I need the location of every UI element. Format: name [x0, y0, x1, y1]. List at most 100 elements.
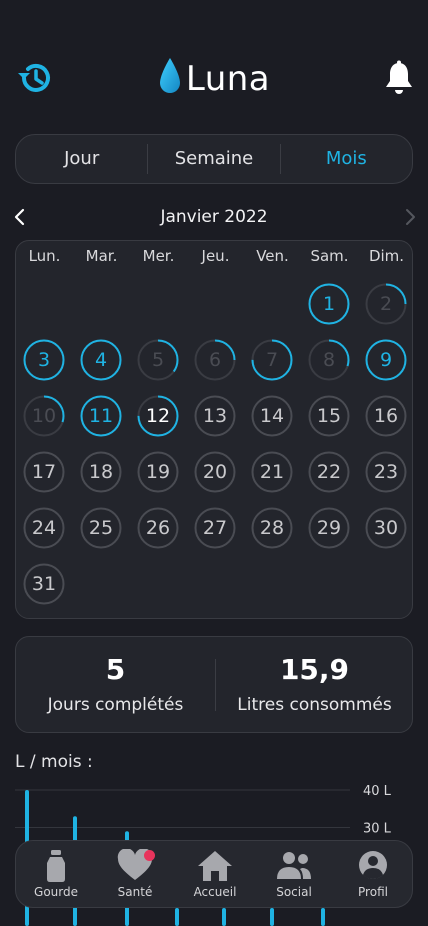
day-number: 4	[94, 349, 108, 371]
day-number: 5	[151, 349, 165, 371]
day-number: 31	[31, 573, 57, 595]
nav-profil-label: Profil	[358, 885, 388, 899]
tab-jour[interactable]: Jour	[16, 144, 147, 174]
calendar-day[interactable]: 12	[137, 395, 179, 437]
day-number: 17	[31, 461, 57, 483]
calendar-day[interactable]: 21	[251, 451, 293, 493]
chart-bar-partial	[321, 908, 325, 926]
y-tick-label: 40 L	[363, 784, 392, 799]
chart-bar-partial	[175, 908, 179, 926]
day-number: 16	[373, 405, 399, 427]
profile-icon	[359, 851, 387, 879]
calendar-day[interactable]: 1	[308, 283, 350, 325]
calendar-day[interactable]: 15	[308, 395, 350, 437]
tab-mois[interactable]: Mois	[279, 144, 412, 174]
calendar-day[interactable]: 22	[308, 451, 350, 493]
calendar-day[interactable]: 2	[365, 283, 407, 325]
calendar-day[interactable]: 19	[137, 451, 179, 493]
day-number: 30	[373, 517, 399, 539]
day-number: 20	[202, 461, 228, 483]
weekday-label: Mer.	[142, 247, 175, 265]
header: Luna	[0, 0, 428, 120]
nav-sante[interactable]: Santé	[95, 841, 175, 909]
y-tick-label: 30 L	[363, 822, 392, 837]
period-selector: Jour Semaine Mois	[15, 134, 413, 184]
month-label: Janvier 2022	[160, 207, 268, 227]
weekday-label: Ven.	[256, 247, 289, 265]
calendar-day[interactable]: 6	[194, 339, 236, 381]
notification-badge	[144, 850, 155, 861]
calendar-day[interactable]: 9	[365, 339, 407, 381]
day-number: 13	[202, 405, 228, 427]
nav-sante-label: Santé	[117, 885, 153, 899]
day-number: 8	[322, 349, 336, 371]
nav-social-label: Social	[276, 885, 312, 899]
calendar-day[interactable]: 3	[23, 339, 65, 381]
completed-days-label: Jours complétés	[47, 695, 184, 715]
calendar-day[interactable]: 13	[194, 395, 236, 437]
completed-days-stat: 5 Jours complétés	[16, 637, 215, 734]
day-number: 26	[145, 517, 171, 539]
weekday-label: Lun.	[28, 247, 61, 265]
calendar-day[interactable]: 20	[194, 451, 236, 493]
calendar-day[interactable]: 14	[251, 395, 293, 437]
home-icon	[198, 851, 232, 881]
calendar-day[interactable]: 28	[251, 507, 293, 549]
day-number: 19	[145, 461, 171, 483]
calendar-day[interactable]: 31	[23, 563, 65, 605]
chart-bar-partial	[270, 908, 274, 926]
calendar-card: Lun. Mar. Mer. Jeu. Ven. Sam. Dim. 1 2 3 4 5 6 7 8 9 10…	[15, 240, 413, 619]
day-number: 11	[88, 405, 114, 427]
day-number: 15	[316, 405, 342, 427]
weekday-label: Sam.	[310, 247, 349, 265]
nav-profil[interactable]: Profil	[333, 841, 413, 909]
calendar-day[interactable]: 8	[308, 339, 350, 381]
nav-accueil-label: Accueil	[193, 885, 237, 899]
calendar-day[interactable]: 16	[365, 395, 407, 437]
tab-semaine[interactable]: Semaine	[147, 144, 279, 174]
calendar-day[interactable]: 24	[23, 507, 65, 549]
calendar-day[interactable]: 7	[251, 339, 293, 381]
calendar-day[interactable]: 5	[137, 339, 179, 381]
day-number: 14	[259, 405, 285, 427]
calendar-day[interactable]: 17	[23, 451, 65, 493]
day-number: 21	[259, 461, 285, 483]
weekday-header: Lun. Mar. Mer. Jeu. Ven. Sam. Dim.	[16, 247, 414, 267]
stats-card: 5 Jours complétés 15,9 Litres consommés	[15, 636, 413, 733]
calendar-day[interactable]: 30	[365, 507, 407, 549]
liters-stat: 15,9 Litres consommés	[215, 637, 414, 734]
chart-title: L / mois :	[15, 752, 93, 772]
calendar-day[interactable]: 29	[308, 507, 350, 549]
day-number: 28	[259, 517, 285, 539]
app-brand: Luna	[0, 56, 428, 99]
day-number: 2	[379, 293, 393, 315]
people-icon	[277, 852, 311, 879]
day-number: 7	[265, 349, 279, 371]
calendar-day[interactable]: 4	[80, 339, 122, 381]
nav-social[interactable]: Social	[254, 841, 334, 909]
day-number: 1	[322, 293, 336, 315]
day-number: 24	[31, 517, 57, 539]
calendar-day[interactable]: 23	[365, 451, 407, 493]
nav-gourde-label: Gourde	[34, 885, 78, 899]
calendar-day[interactable]: 26	[137, 507, 179, 549]
day-number: 25	[88, 517, 114, 539]
calendar-day[interactable]: 10	[23, 395, 65, 437]
chevron-right-icon[interactable]	[402, 208, 418, 226]
bottle-icon	[47, 850, 65, 882]
nav-gourde[interactable]: Gourde	[16, 841, 96, 909]
bell-icon[interactable]	[384, 60, 414, 96]
calendar-day[interactable]: 27	[194, 507, 236, 549]
day-number: 22	[316, 461, 342, 483]
calendar-day[interactable]: 25	[80, 507, 122, 549]
day-number: 9	[379, 349, 393, 371]
calendar-day[interactable]: 11	[80, 395, 122, 437]
day-number: 18	[88, 461, 114, 483]
weekday-label: Mar.	[85, 247, 118, 265]
day-number: 23	[373, 461, 399, 483]
chart-bar-partial	[222, 908, 226, 926]
nav-accueil[interactable]: Accueil	[175, 841, 255, 909]
day-number: 12	[145, 405, 171, 427]
bottom-navigation: Gourde Santé Accueil Social Profil	[15, 840, 413, 908]
calendar-day[interactable]: 18	[80, 451, 122, 493]
